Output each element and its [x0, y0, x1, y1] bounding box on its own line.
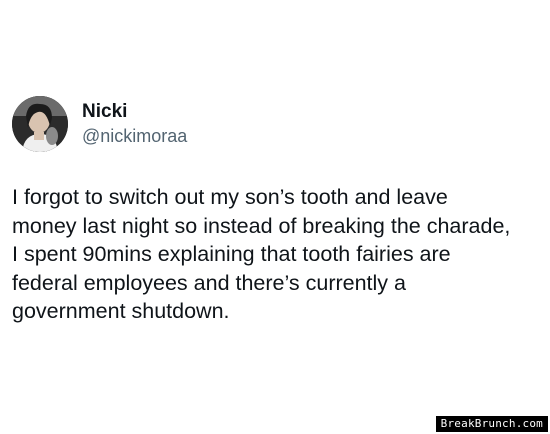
tweet-text-line: government shutdown. [12, 299, 230, 323]
tweet-text-line: federal employees and there’s currently … [12, 270, 406, 295]
tweet-text-line: I forgot to switch out my son’s tooth an… [12, 185, 448, 209]
author-names: Nicki @nickimoraa [82, 101, 187, 147]
user-handle[interactable]: @nickimoraa [82, 125, 187, 147]
tweet-text-line: money last night so instead of breaking … [12, 213, 511, 238]
display-name[interactable]: Nicki [82, 101, 187, 123]
tweet-card: Nicki @nickimoraa I forgot to switch out… [0, 0, 550, 434]
tweet-text-line: I spent 90mins explaining that tooth fai… [12, 242, 451, 266]
profile-photo-icon [12, 96, 68, 152]
tweet-text: I forgot to switch out my son’s tooth an… [12, 183, 544, 326]
watermark: BreakBrunch.com [435, 416, 548, 432]
avatar[interactable] [12, 96, 68, 152]
tweet-header: Nicki @nickimoraa [12, 96, 187, 152]
